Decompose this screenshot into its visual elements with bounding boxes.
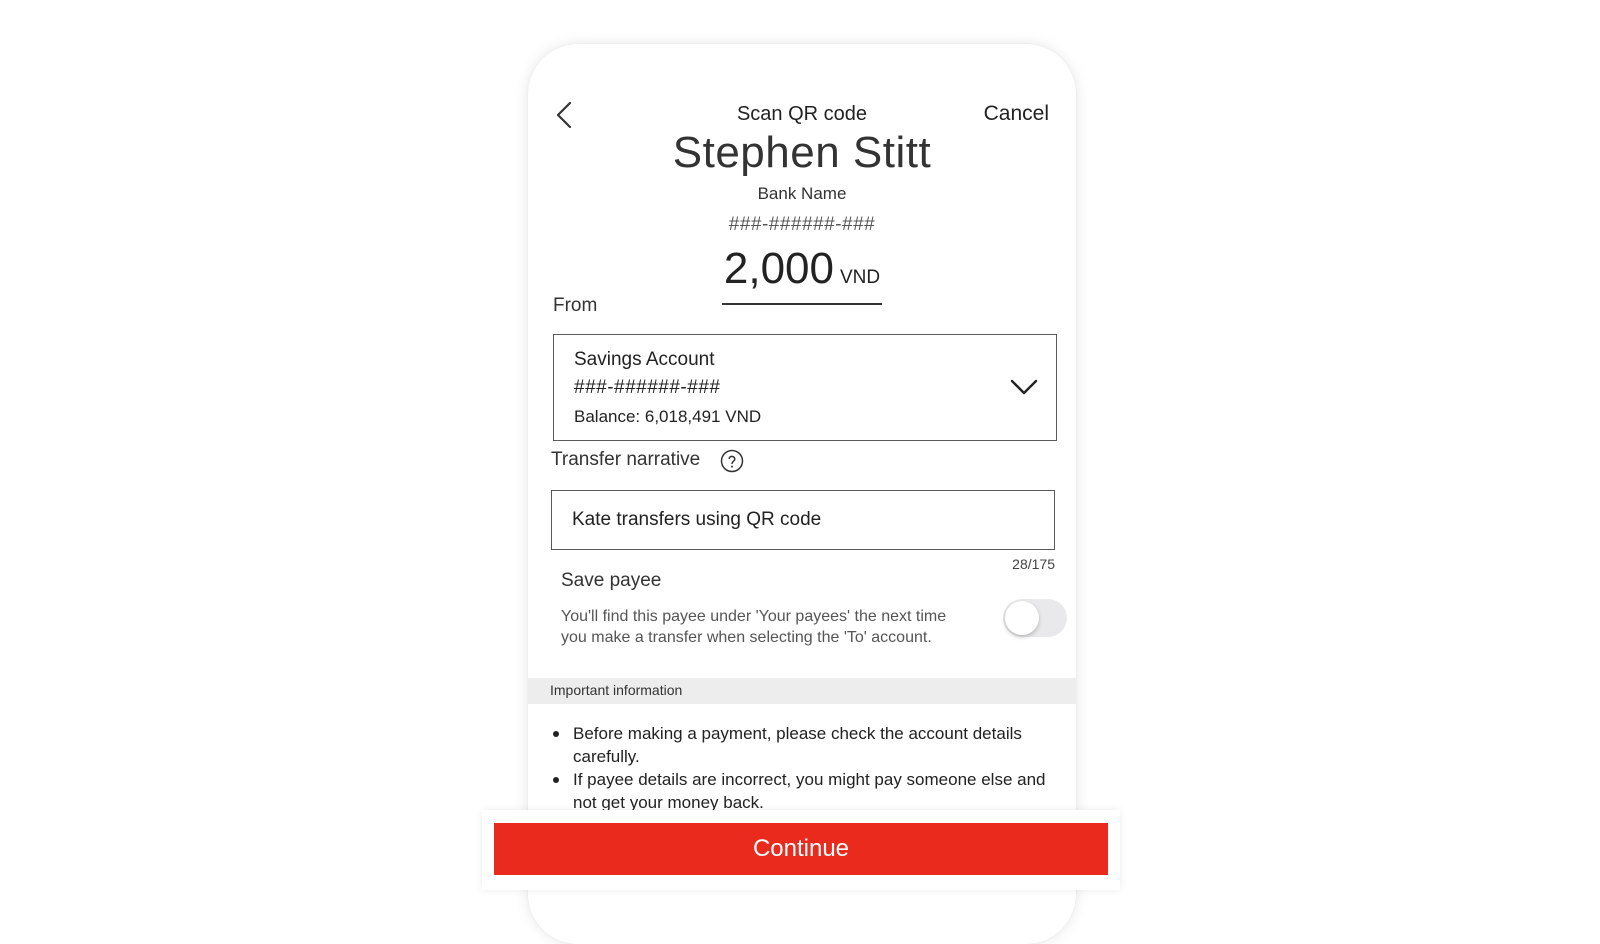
- bottom-action-bar: Continue: [482, 810, 1120, 890]
- amount-field[interactable]: 2,000 VND: [721, 244, 883, 305]
- help-circle-icon[interactable]: [720, 449, 744, 473]
- save-payee-description: You'll find this payee under 'Your payee…: [561, 608, 947, 646]
- save-payee-title: Save payee: [561, 570, 662, 591]
- chevron-down-icon: [1010, 379, 1038, 395]
- from-label: From: [553, 295, 598, 316]
- toggle-knob: [1005, 601, 1039, 635]
- narrative-char-counter: 28/175: [1012, 556, 1055, 572]
- payee-bank-name: Bank Name: [757, 184, 847, 203]
- payee-account-number: ###-######-###: [728, 214, 876, 235]
- cancel-button[interactable]: Cancel: [984, 102, 1049, 126]
- important-info-list: Before making a payment, please check th…: [550, 722, 1070, 814]
- from-account-select[interactable]: Savings Account ###-######-### Balance: …: [553, 334, 1057, 441]
- from-account-number: ###-######-###: [574, 377, 721, 398]
- amount-currency: VND: [839, 267, 881, 288]
- save-payee-toggle[interactable]: [1003, 599, 1067, 637]
- payee-name: Stephen Stitt: [672, 128, 932, 177]
- from-account-balance: Balance: 6,018,491 VND: [574, 407, 762, 426]
- list-item: If payee details are incorrect, you migh…: [550, 768, 1070, 814]
- important-info-header: Important information: [528, 678, 1076, 704]
- continue-button[interactable]: Continue: [494, 823, 1108, 875]
- amount-value: 2,000: [723, 244, 834, 293]
- list-item: Before making a payment, please check th…: [550, 722, 1070, 768]
- from-account-name: Savings Account: [574, 349, 715, 370]
- narrative-input[interactable]: [551, 490, 1055, 550]
- important-info-title: Important information: [550, 682, 683, 698]
- narrative-label: Transfer narrative: [551, 449, 701, 470]
- phone-screen: Scan QR code Cancel Stephen Stitt Bank N…: [528, 44, 1076, 944]
- amount-container: 2,000 VND: [528, 246, 1076, 305]
